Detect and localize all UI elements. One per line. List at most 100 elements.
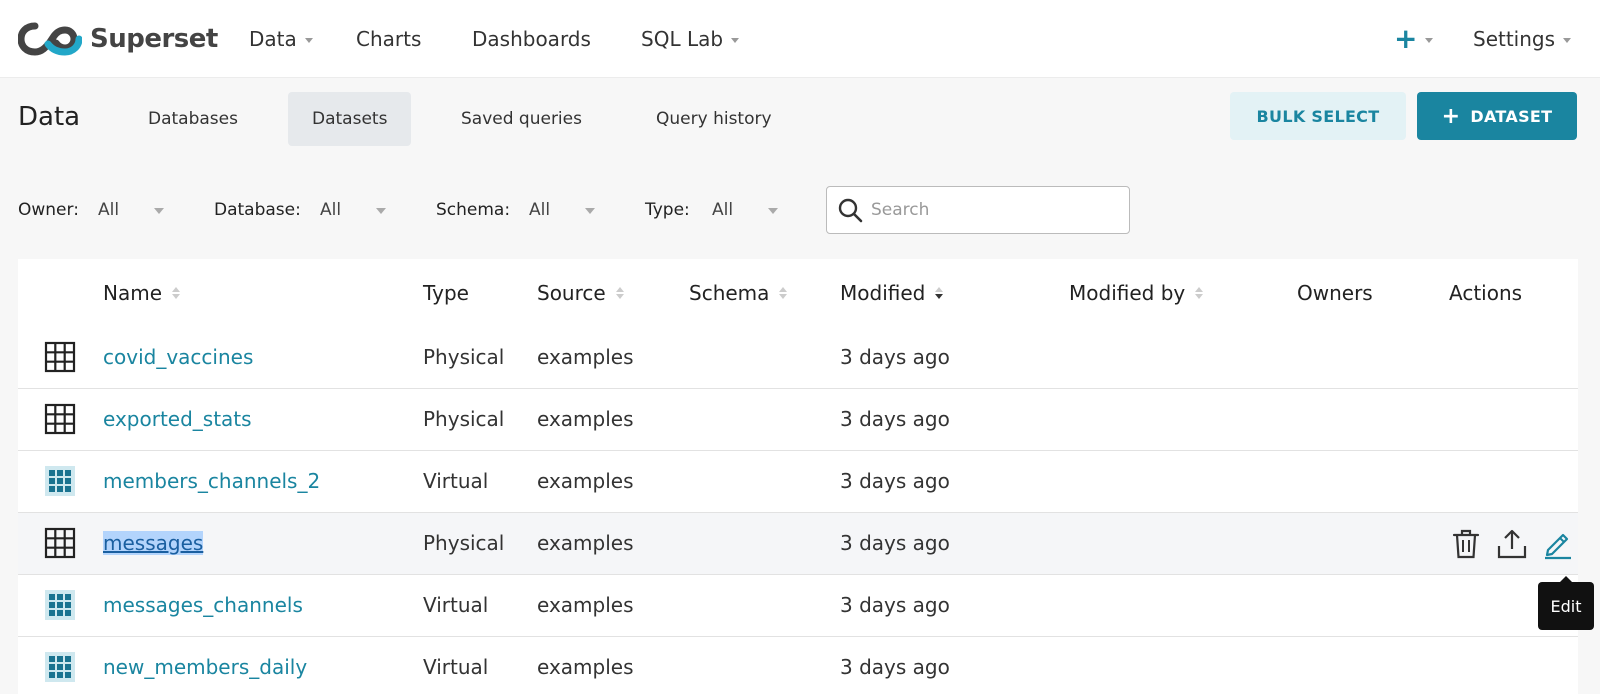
add-dataset-label: DATASET: [1470, 106, 1553, 126]
trash-icon: [1452, 529, 1480, 559]
nav-sql-lab[interactable]: SQL Lab: [641, 26, 740, 52]
sort-icon: [615, 287, 624, 299]
nav-settings[interactable]: Settings: [1473, 26, 1572, 52]
nav-dashboards-label: Dashboards: [472, 27, 591, 51]
dataset-type: Physical: [423, 531, 505, 555]
physical-dataset-icon: [44, 527, 76, 559]
dataset-source: examples: [537, 655, 634, 679]
chevron-down-icon[interactable]: [768, 208, 778, 214]
table-row[interactable]: covid_vaccines Physical examples 3 days …: [18, 327, 1578, 389]
dataset-modified: 3 days ago: [840, 655, 950, 679]
col-header-modified-by[interactable]: Modified by: [1069, 281, 1204, 305]
owner-filter-select[interactable]: All: [98, 200, 119, 220]
table-row[interactable]: members_channels_2 Virtual examples 3 da…: [18, 451, 1578, 513]
brand-logo[interactable]: Superset: [18, 22, 218, 56]
plus-icon: +: [1441, 103, 1461, 129]
col-header-schema[interactable]: Schema: [689, 281, 788, 305]
chevron-down-icon: [1563, 37, 1572, 43]
table-header: Name Type Source Schema Modified Modifie…: [18, 259, 1578, 327]
nav-charts[interactable]: Charts: [356, 26, 421, 52]
plus-icon: +: [1394, 22, 1418, 55]
search-field[interactable]: [826, 186, 1130, 234]
table-row[interactable]: messages Physical examples 3 days ago: [18, 513, 1578, 575]
add-dataset-button[interactable]: + DATASET: [1417, 92, 1577, 140]
virtual-dataset-icon: [45, 652, 75, 682]
dataset-name-link[interactable]: exported_stats: [103, 407, 252, 431]
tab-datasets[interactable]: Datasets: [288, 92, 412, 146]
sort-icon: [779, 287, 788, 299]
dataset-name-link[interactable]: members_channels_2: [103, 469, 320, 493]
nav-dashboards[interactable]: Dashboards: [472, 26, 591, 52]
chevron-down-icon: [304, 37, 313, 43]
sort-descending-icon: [935, 287, 944, 299]
dataset-type: Virtual: [423, 593, 489, 617]
col-header-type-label: Type: [423, 281, 469, 305]
nav-settings-label: Settings: [1473, 27, 1556, 51]
infinity-logo-icon: [18, 22, 82, 56]
export-button[interactable]: [1496, 527, 1528, 561]
page-title: Data: [18, 102, 81, 132]
nav-data[interactable]: Data: [249, 26, 313, 52]
row-actions: [1450, 527, 1588, 561]
dataset-type: Virtual: [423, 655, 489, 679]
col-header-name-label: Name: [103, 281, 163, 305]
new-menu[interactable]: +: [1394, 22, 1434, 55]
table-row[interactable]: new_members_daily Virtual examples 3 day…: [18, 637, 1578, 694]
chevron-down-icon[interactable]: [585, 208, 595, 214]
dataset-modified: 3 days ago: [840, 531, 950, 555]
dataset-type: Virtual: [423, 469, 489, 493]
dataset-name-link[interactable]: new_members_daily: [103, 655, 307, 679]
dataset-modified: 3 days ago: [840, 407, 950, 431]
col-header-owners: Owners: [1297, 281, 1373, 305]
datasets-table: Name Type Source Schema Modified Modifie…: [18, 259, 1578, 694]
subheader: Data Databases Datasets Saved queries Qu…: [0, 78, 1600, 160]
chevron-down-icon: [731, 37, 740, 43]
dataset-modified: 3 days ago: [840, 469, 950, 493]
edit-tooltip: Edit: [1538, 576, 1594, 630]
nav-charts-label: Charts: [356, 27, 422, 51]
dataset-source: examples: [537, 593, 634, 617]
dataset-modified: 3 days ago: [840, 345, 950, 369]
dataset-name-link[interactable]: messages_channels: [103, 593, 303, 617]
tab-query-history[interactable]: Query history: [632, 92, 796, 146]
physical-dataset-icon: [44, 403, 76, 435]
schema-filter-select[interactable]: All: [529, 200, 550, 220]
tab-saved-queries[interactable]: Saved queries: [437, 92, 606, 146]
dataset-source: examples: [537, 469, 634, 493]
dataset-source: examples: [537, 407, 634, 431]
type-filter-select[interactable]: All: [712, 200, 733, 220]
dataset-name-link[interactable]: covid_vaccines: [103, 345, 253, 369]
physical-dataset-icon: [44, 341, 76, 373]
sort-icon: [172, 287, 181, 299]
dataset-type: Physical: [423, 407, 505, 431]
edit-button[interactable]: [1542, 527, 1574, 561]
table-row[interactable]: messages_channels Virtual examples 3 day…: [18, 575, 1578, 637]
dataset-source: examples: [537, 531, 634, 555]
dataset-name-link[interactable]: messages: [103, 531, 204, 555]
database-filter-select[interactable]: All: [320, 200, 341, 220]
dataset-modified: 3 days ago: [840, 593, 950, 617]
col-header-actions: Actions: [1449, 281, 1522, 305]
brand-name: Superset: [90, 24, 218, 54]
dataset-source: examples: [537, 345, 634, 369]
delete-button[interactable]: [1450, 527, 1482, 561]
col-header-name[interactable]: Name: [103, 281, 181, 305]
pencil-icon: [1545, 533, 1571, 560]
col-header-schema-label: Schema: [689, 281, 770, 305]
filter-bar: Owner: All Database: All Schema: All Typ…: [0, 160, 1600, 256]
chevron-down-icon[interactable]: [376, 208, 386, 214]
chevron-down-icon[interactable]: [154, 208, 164, 214]
nav-data-label: Data: [249, 27, 297, 51]
table-row[interactable]: exported_stats Physical examples 3 days …: [18, 389, 1578, 451]
col-header-modified[interactable]: Modified: [840, 281, 944, 305]
search-input[interactable]: [871, 200, 1111, 220]
col-header-source-label: Source: [537, 281, 606, 305]
virtual-dataset-icon: [45, 466, 75, 496]
tab-databases[interactable]: Databases: [124, 92, 262, 146]
bulk-select-button[interactable]: BULK SELECT: [1230, 92, 1406, 140]
chevron-down-icon: [1425, 37, 1434, 43]
owner-filter-label: Owner:: [18, 200, 79, 220]
col-header-owners-label: Owners: [1297, 281, 1373, 305]
dataset-type: Physical: [423, 345, 505, 369]
col-header-source[interactable]: Source: [537, 281, 624, 305]
